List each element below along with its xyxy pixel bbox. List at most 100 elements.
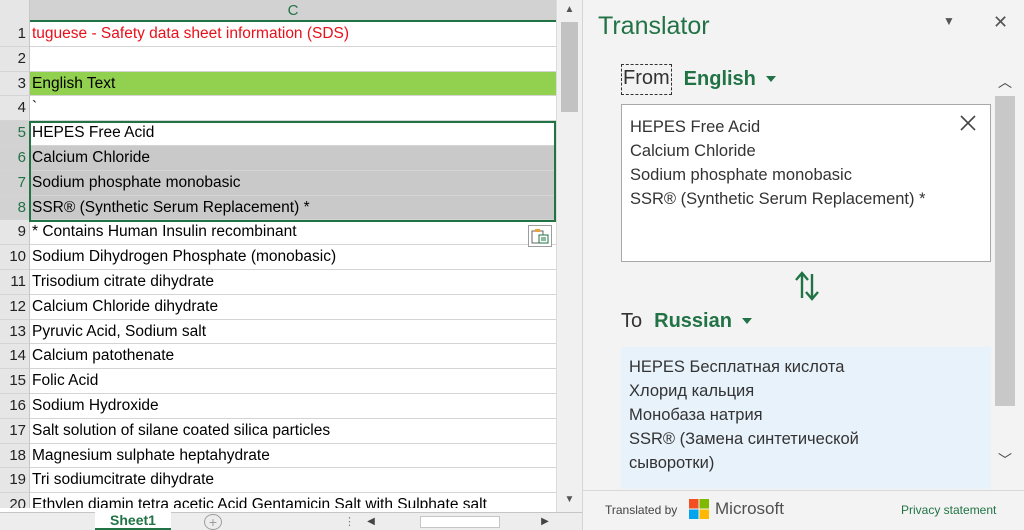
row-number[interactable]: 13 <box>0 319 30 345</box>
pane-scroll-thumb[interactable] <box>995 96 1015 406</box>
row-number[interactable]: 1 <box>0 22 30 47</box>
table-row: 14 Calcium patothenate <box>0 344 556 370</box>
table-row: 9 * Contains Human Insulin recombinant <box>0 220 556 246</box>
row-number[interactable]: 18 <box>0 443 30 469</box>
row-number[interactable]: 9 <box>0 220 30 246</box>
cell-c10[interactable]: Sodium Dihydrogen Phosphate (monobasic) <box>30 245 556 270</box>
cell-c9[interactable]: * Contains Human Insulin recombinant <box>30 220 556 246</box>
table-row: 1 tuguese - Safety data sheet informatio… <box>0 22 556 47</box>
table-row: 11 Trisodium citrate dihydrate <box>0 270 556 295</box>
target-line: SSR® (Замена синтетической сыворотки) <box>629 430 859 472</box>
row-number[interactable]: 6 <box>0 146 30 171</box>
pane-scrollbar[interactable]: ︿ ﹀ <box>995 58 1015 488</box>
table-row: 12 Calcium Chloride dihydrate <box>0 294 556 320</box>
table-row: 20 Ethylen diamin tetra acetic Acid Gent… <box>0 493 556 508</box>
table-row: 4 ` <box>0 96 556 122</box>
table-row: 16 Sodium Hydroxide <box>0 394 556 419</box>
from-label: From <box>621 63 672 95</box>
paste-options-icon[interactable] <box>528 225 552 247</box>
to-language-row: To Russian <box>621 306 752 336</box>
table-row: 18 Magnesium sulphate heptahydrate <box>0 443 556 469</box>
cell-c1[interactable]: tuguese - Safety data sheet information … <box>30 22 556 47</box>
target-line: Хлорид кальция <box>629 382 755 400</box>
source-line: HEPES Free Acid <box>630 118 761 136</box>
source-line: Sodium phosphate monobasic <box>630 166 852 184</box>
row-number[interactable]: 4 <box>0 96 30 122</box>
cell-c18[interactable]: Magnesium sulphate heptahydrate <box>30 444 556 469</box>
cell-c14[interactable]: Calcium patothenate <box>30 344 556 370</box>
target-line: Монобаза натрия <box>629 406 763 424</box>
scroll-left-arrow-icon[interactable]: ◀ <box>364 514 378 530</box>
row-number[interactable]: 10 <box>0 245 30 270</box>
sheet-tab-bar: Sheet1 + ⋮ ◀ ▶ <box>0 512 582 530</box>
scroll-right-arrow-icon[interactable]: ▶ <box>538 514 552 530</box>
table-row: 17 Salt solution of silane coated silica… <box>0 418 556 444</box>
row-number[interactable]: 19 <box>0 468 30 494</box>
cell-c15[interactable]: Folic Acid <box>30 369 556 394</box>
privacy-statement-link[interactable]: Privacy statement <box>901 503 996 517</box>
microsoft-logo-icon <box>689 499 709 519</box>
row-number[interactable]: 3 <box>0 71 30 97</box>
microsoft-brand: Microsoft <box>715 499 784 518</box>
add-sheet-icon[interactable]: + <box>204 514 222 530</box>
to-label: To <box>621 309 643 332</box>
horizontal-scroll-thumb[interactable] <box>420 516 500 528</box>
chevron-down-icon[interactable] <box>741 318 752 324</box>
pane-options-icon[interactable]: ▼ <box>943 14 955 28</box>
vertical-scrollbar[interactable]: ▲ ▼ <box>556 0 582 512</box>
row-number[interactable]: 5 <box>0 121 30 146</box>
close-icon[interactable]: ✕ <box>993 12 1008 33</box>
tab-splitter-icon[interactable]: ⋮ <box>344 513 355 530</box>
column-header-c[interactable]: C <box>30 0 556 22</box>
from-language-select[interactable]: English <box>684 68 756 91</box>
row-number[interactable]: 15 <box>0 369 30 394</box>
scroll-down-arrow-icon[interactable]: ▼ <box>557 490 582 510</box>
cell-c16[interactable]: Sodium Hydroxide <box>30 394 556 419</box>
row-number[interactable]: 20 <box>0 493 30 508</box>
row-number[interactable]: 12 <box>0 294 30 320</box>
row-number[interactable]: 2 <box>0 46 30 72</box>
cell-c11[interactable]: Trisodium citrate dihydrate <box>30 270 556 295</box>
cell-c19[interactable]: Tri sodiumcitrate dihydrate <box>30 468 556 494</box>
cell-c4[interactable]: ` <box>30 96 556 122</box>
table-row: 19 Tri sodiumcitrate dihydrate <box>0 468 556 494</box>
cell-c3[interactable]: English Text <box>30 71 556 97</box>
row-number[interactable]: 8 <box>0 195 30 221</box>
grid: 1 tuguese - Safety data sheet informatio… <box>0 22 556 508</box>
chevron-up-icon[interactable]: ︿ <box>995 72 1015 92</box>
cell-c6[interactable]: Calcium Chloride <box>30 146 556 171</box>
column-header-bar: C <box>0 0 556 22</box>
table-row: 15 Folic Acid <box>0 369 556 394</box>
select-all-corner[interactable] <box>0 0 30 22</box>
sheet-tab[interactable]: Sheet1 <box>95 512 171 530</box>
scroll-thumb[interactable] <box>561 22 578 112</box>
cell-c7[interactable]: Sodium phosphate monobasic <box>30 170 556 196</box>
row-number[interactable]: 16 <box>0 394 30 419</box>
cell-c20[interactable]: Ethylen diamin tetra acetic Acid Gentami… <box>30 493 556 508</box>
table-row: 2 <box>0 46 556 72</box>
to-language-select[interactable]: Russian <box>654 310 732 333</box>
row-number[interactable]: 11 <box>0 270 30 295</box>
cell-c12[interactable]: Calcium Chloride dihydrate <box>30 295 556 320</box>
translation-output[interactable]: HEPES Бесплатная кислота Хлорид кальция … <box>621 347 991 489</box>
cell-c2[interactable] <box>30 47 556 72</box>
row-number[interactable]: 17 <box>0 418 30 444</box>
cell-c13[interactable]: Pyruvic Acid, Sodium salt <box>30 320 556 345</box>
cell-c17[interactable]: Salt solution of silane coated silica pa… <box>30 419 556 444</box>
cell-c5[interactable]: HEPES Free Acid <box>30 121 556 146</box>
table-row: 13 Pyruvic Acid, Sodium salt <box>0 319 556 345</box>
chevron-down-icon[interactable]: ﹀ <box>995 450 1015 470</box>
clear-icon[interactable] <box>958 113 978 133</box>
chevron-down-icon[interactable] <box>765 76 776 82</box>
table-row: 8 SSR® (Synthetic Serum Replacement) * <box>0 195 556 221</box>
table-row: 6 Calcium Chloride <box>0 146 556 171</box>
translated-by-label: Translated by <box>605 503 678 517</box>
pane-footer: Translated by Microsoft Privacy statemen… <box>583 490 1024 530</box>
table-row: 5 HEPES Free Acid <box>0 121 556 146</box>
scroll-up-arrow-icon[interactable]: ▲ <box>557 0 582 20</box>
row-number[interactable]: 14 <box>0 344 30 370</box>
source-text-box[interactable]: HEPES Free Acid Calcium Chloride Sodium … <box>621 104 991 262</box>
cell-c8[interactable]: SSR® (Synthetic Serum Replacement) * <box>30 195 556 221</box>
row-number[interactable]: 7 <box>0 170 30 196</box>
swap-languages-icon[interactable] <box>793 270 821 302</box>
